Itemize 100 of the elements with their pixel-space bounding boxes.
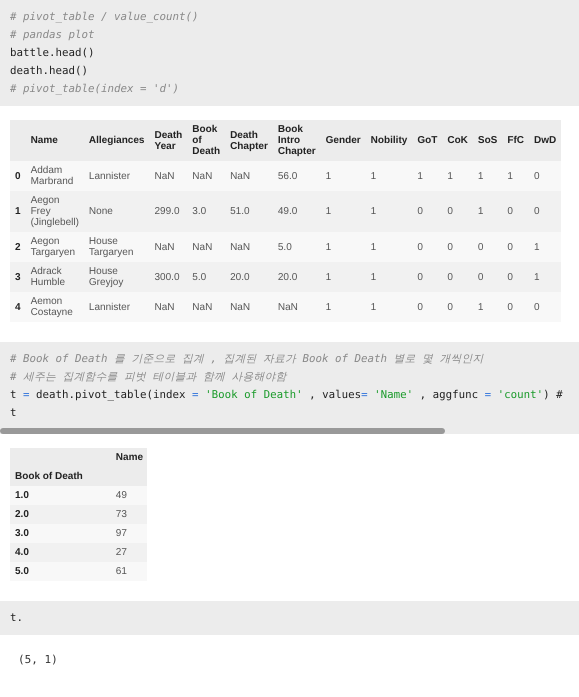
column-header: Death Year: [150, 120, 188, 161]
table-cell: Aegon Frey (Jinglebell): [26, 191, 84, 232]
table-cell: 97: [110, 524, 148, 543]
table-cell: 1: [472, 292, 502, 322]
column-header: Book of Death: [187, 120, 226, 161]
column-header: SoS: [472, 120, 502, 161]
row-index: 3.0: [10, 524, 111, 543]
table-cell: 56.0: [272, 161, 321, 191]
table-cell: NaN: [150, 292, 188, 322]
table-cell: Lannister: [84, 292, 150, 322]
table-cell: 0: [412, 262, 442, 292]
table-cell: 0: [442, 262, 473, 292]
row-index: 4: [10, 292, 26, 322]
table-cell: 1: [472, 191, 502, 232]
table-cell: 1: [472, 161, 502, 191]
table-cell: 1: [366, 292, 412, 322]
code-line: death.head(): [10, 63, 90, 79]
table-cell: 1: [502, 161, 530, 191]
table-cell: 0: [472, 262, 502, 292]
index-header: Book of Death: [10, 467, 111, 486]
table-cell: 1: [320, 232, 366, 262]
table-cell: NaN: [187, 232, 226, 262]
table-cell: 0: [502, 232, 530, 262]
table-cell: 0: [442, 292, 473, 322]
row-index: 3: [10, 262, 26, 292]
table-cell: 5.0: [187, 262, 226, 292]
table-cell: 1: [529, 262, 562, 292]
table-cell: 1: [320, 161, 366, 191]
table-cell: 1: [320, 191, 366, 232]
table-cell: 1: [320, 262, 366, 292]
table-cell: Addam Marbrand: [26, 161, 84, 191]
table-cell: 27: [110, 543, 148, 562]
table-cell: 51.0: [225, 191, 273, 232]
table-cell: 299.0: [150, 191, 188, 232]
code-line: # Book of Death 를 기준으로 집계 , 집계된 자료가 Book of Death 별로 몇 개씩인지: [10, 351, 485, 367]
column-header: Allegiances: [84, 120, 150, 161]
table-cell: NaN: [187, 161, 226, 191]
code-line: t: [10, 405, 18, 421]
table-cell: House Greyjoy: [84, 262, 150, 292]
table-cell: Aegon Targaryen: [26, 232, 84, 262]
row-index: 4.0: [10, 543, 111, 562]
code-line: # pivot_table(index = 'd'): [10, 81, 180, 97]
row-index: 2.0: [10, 505, 111, 524]
table-cell: 0: [472, 232, 502, 262]
table-cell: Adrack Humble: [26, 262, 84, 292]
table-cell: 1: [366, 191, 412, 232]
code-line: # pivot_table / value_count(): [10, 9, 200, 25]
row-index: 2: [10, 232, 26, 262]
row-index: 1: [10, 191, 26, 232]
column-header: Death Chapter: [225, 120, 273, 161]
column-header: GoT: [412, 120, 442, 161]
table-cell: 1: [366, 232, 412, 262]
code-cell[interactable]: t.: [0, 601, 579, 635]
table-cell: 0: [412, 292, 442, 322]
table-cell: 1: [366, 262, 412, 292]
code-line: # 세주는 집계함수를 피벗 테이블과 함께 사용해야함: [10, 369, 288, 385]
table-cell: 1: [366, 161, 412, 191]
column-header: Name: [110, 448, 148, 467]
table-cell: NaN: [225, 292, 273, 322]
table-cell: 0: [502, 262, 530, 292]
table-cell: 0: [529, 191, 562, 232]
table-cell: 0: [412, 232, 442, 262]
column-header: DwD: [529, 120, 562, 161]
code-line: t.: [10, 610, 24, 626]
table-cell: 0: [412, 191, 442, 232]
row-index: 5.0: [10, 562, 111, 581]
table-cell: 49.0: [272, 191, 321, 232]
table-cell: None: [84, 191, 150, 232]
table-cell: 1: [412, 161, 442, 191]
table-cell: 73: [110, 505, 148, 524]
table-cell: NaN: [225, 161, 273, 191]
table-cell: 0: [502, 292, 530, 322]
table-cell: 1: [320, 292, 366, 322]
code-line: t = death.pivot_table(index = 'Book of Death' , values= 'Name' , aggfunc = 'count') #: [10, 387, 564, 403]
table-cell: NaN: [272, 292, 321, 322]
table-cell: NaN: [150, 161, 188, 191]
table-cell: House Targaryen: [84, 232, 150, 262]
table-cell: 300.0: [150, 262, 188, 292]
code-cell[interactable]: # Book of Death 를 기준으로 집계 , 집계된 자료가 Book of Death 별로 몇 개씩인지 # 세주는 집계함수를 피벗 테이블과 함께 사용해야함 t = death.pivot_table(index = 'Book of Death' , values= 'Name' , aggfunc = 'count') # t: [0, 342, 579, 434]
row-index: 1.0: [10, 486, 111, 505]
table-cell: 0: [529, 161, 562, 191]
column-header: Nobility: [366, 120, 412, 161]
table-cell: 20.0: [272, 262, 321, 292]
column-header: Book Intro Chapter: [272, 120, 321, 161]
output-text: (5, 1): [17, 652, 59, 668]
horizontal-scrollbar[interactable]: [0, 428, 445, 434]
table-cell: Lannister: [84, 161, 150, 191]
code-cell[interactable]: # pivot_table / value_count() # pandas plot battle.head() death.head() # pivot_table(index = 'd'): [0, 0, 579, 106]
column-header: FfC: [502, 120, 530, 161]
table-cell: 61: [110, 562, 148, 581]
code-line: # pandas plot: [10, 27, 96, 43]
row-index: 0: [10, 161, 26, 191]
table-cell: Aemon Costayne: [26, 292, 84, 322]
table-cell: 20.0: [225, 262, 273, 292]
table-cell: 3.0: [187, 191, 226, 232]
table-cell: 0: [442, 232, 473, 262]
table-cell: 1: [442, 161, 473, 191]
table-cell: 0: [502, 191, 530, 232]
table-cell: 0: [442, 191, 473, 232]
table-cell: NaN: [150, 232, 188, 262]
